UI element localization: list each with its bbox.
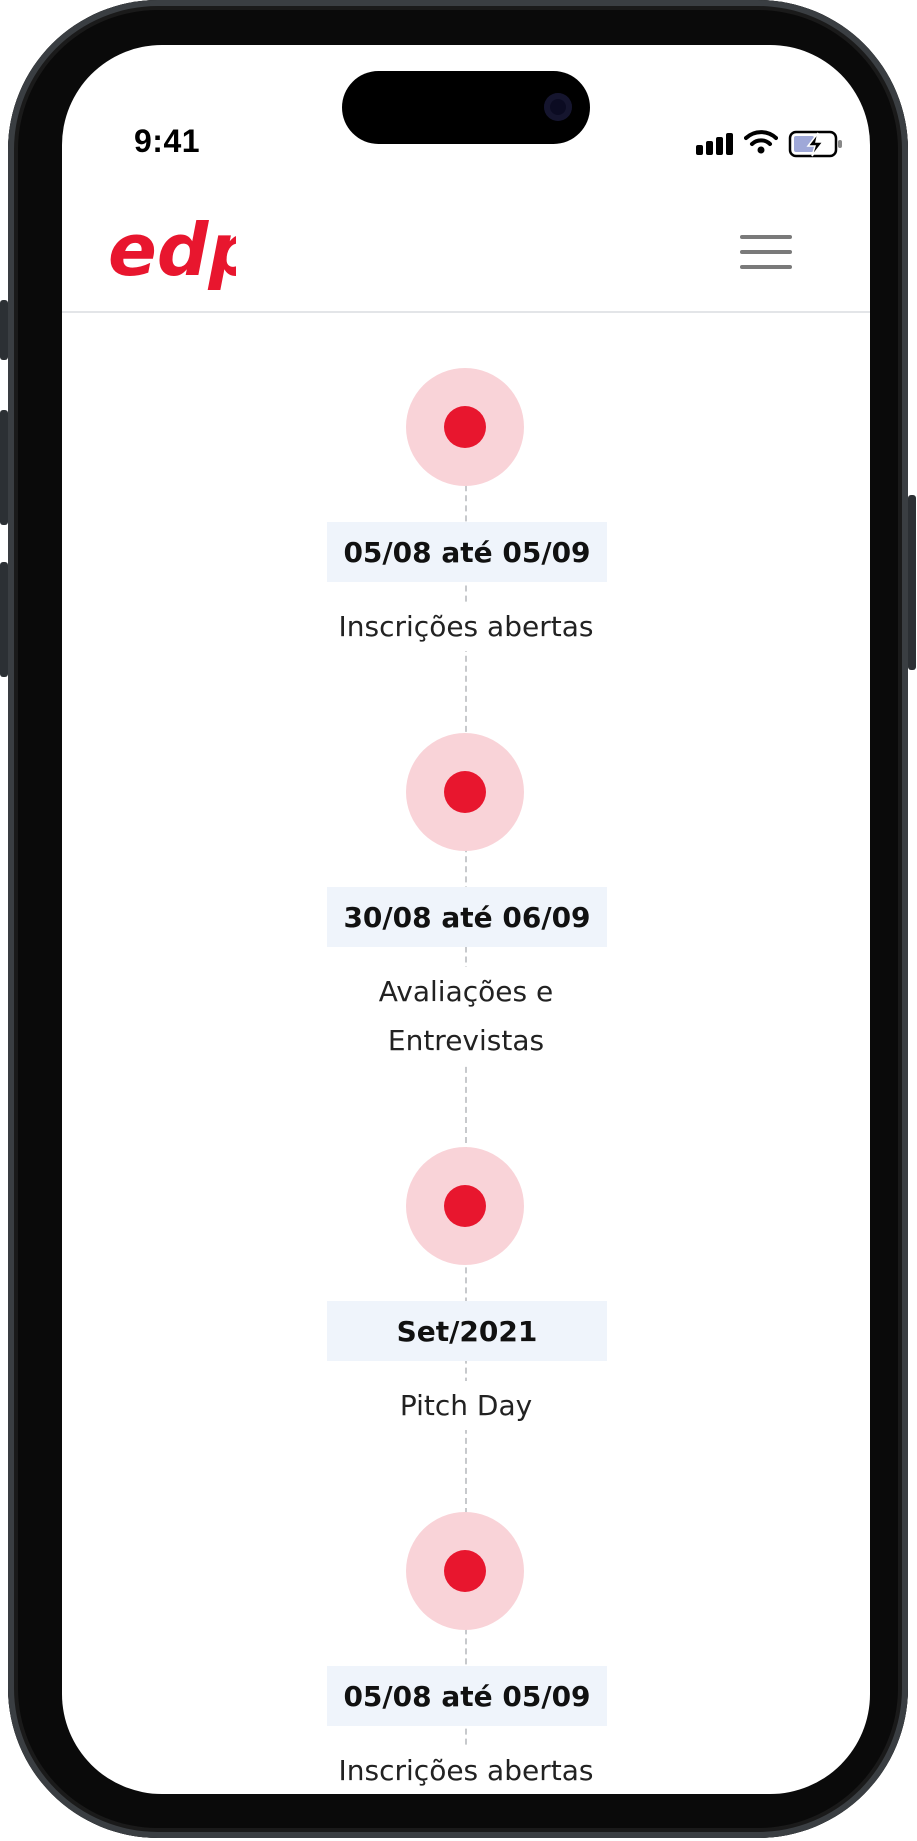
timeline-dot xyxy=(406,1147,524,1265)
timeline-label: Inscrições abertas xyxy=(266,1746,666,1794)
screen: 9:41 ed 05/08 até 05/09 Inscrições abert… xyxy=(62,45,870,1794)
phone-frame: 9:41 ed 05/08 até 05/09 Inscrições abert… xyxy=(0,0,916,1838)
timeline: 05/08 até 05/09 Inscrições abertas 30/08… xyxy=(62,313,870,1794)
mute-switch xyxy=(0,300,8,360)
dynamic-island xyxy=(342,71,590,144)
logo-text: edp xyxy=(108,208,236,292)
volume-down-button xyxy=(0,562,8,677)
wifi-icon xyxy=(744,129,778,159)
timeline-label: Inscrições abertas xyxy=(266,602,666,651)
camera-icon xyxy=(544,93,572,121)
timeline-date: 05/08 até 05/09 xyxy=(327,1666,607,1726)
timeline-date: 05/08 até 05/09 xyxy=(327,522,607,582)
edp-logo[interactable]: edp xyxy=(106,195,260,303)
signal-icon xyxy=(696,133,734,155)
timeline-date: Set/2021 xyxy=(327,1301,607,1361)
volume-up-button xyxy=(0,410,8,525)
status-time: 9:41 xyxy=(134,123,201,159)
timeline-dot xyxy=(406,368,524,486)
timeline-date: 30/08 até 06/09 xyxy=(327,887,607,947)
battery-charging-icon xyxy=(788,129,844,163)
power-button xyxy=(908,495,916,670)
timeline-dot xyxy=(406,733,524,851)
timeline-dot xyxy=(406,1512,524,1630)
hamburger-menu-icon[interactable] xyxy=(738,235,794,275)
timeline-label: Pitch Day xyxy=(266,1381,666,1430)
status-bar: 9:41 xyxy=(62,45,870,195)
timeline-label: Avaliações e Entrevistas xyxy=(346,967,586,1065)
app-header: edp xyxy=(62,195,870,313)
